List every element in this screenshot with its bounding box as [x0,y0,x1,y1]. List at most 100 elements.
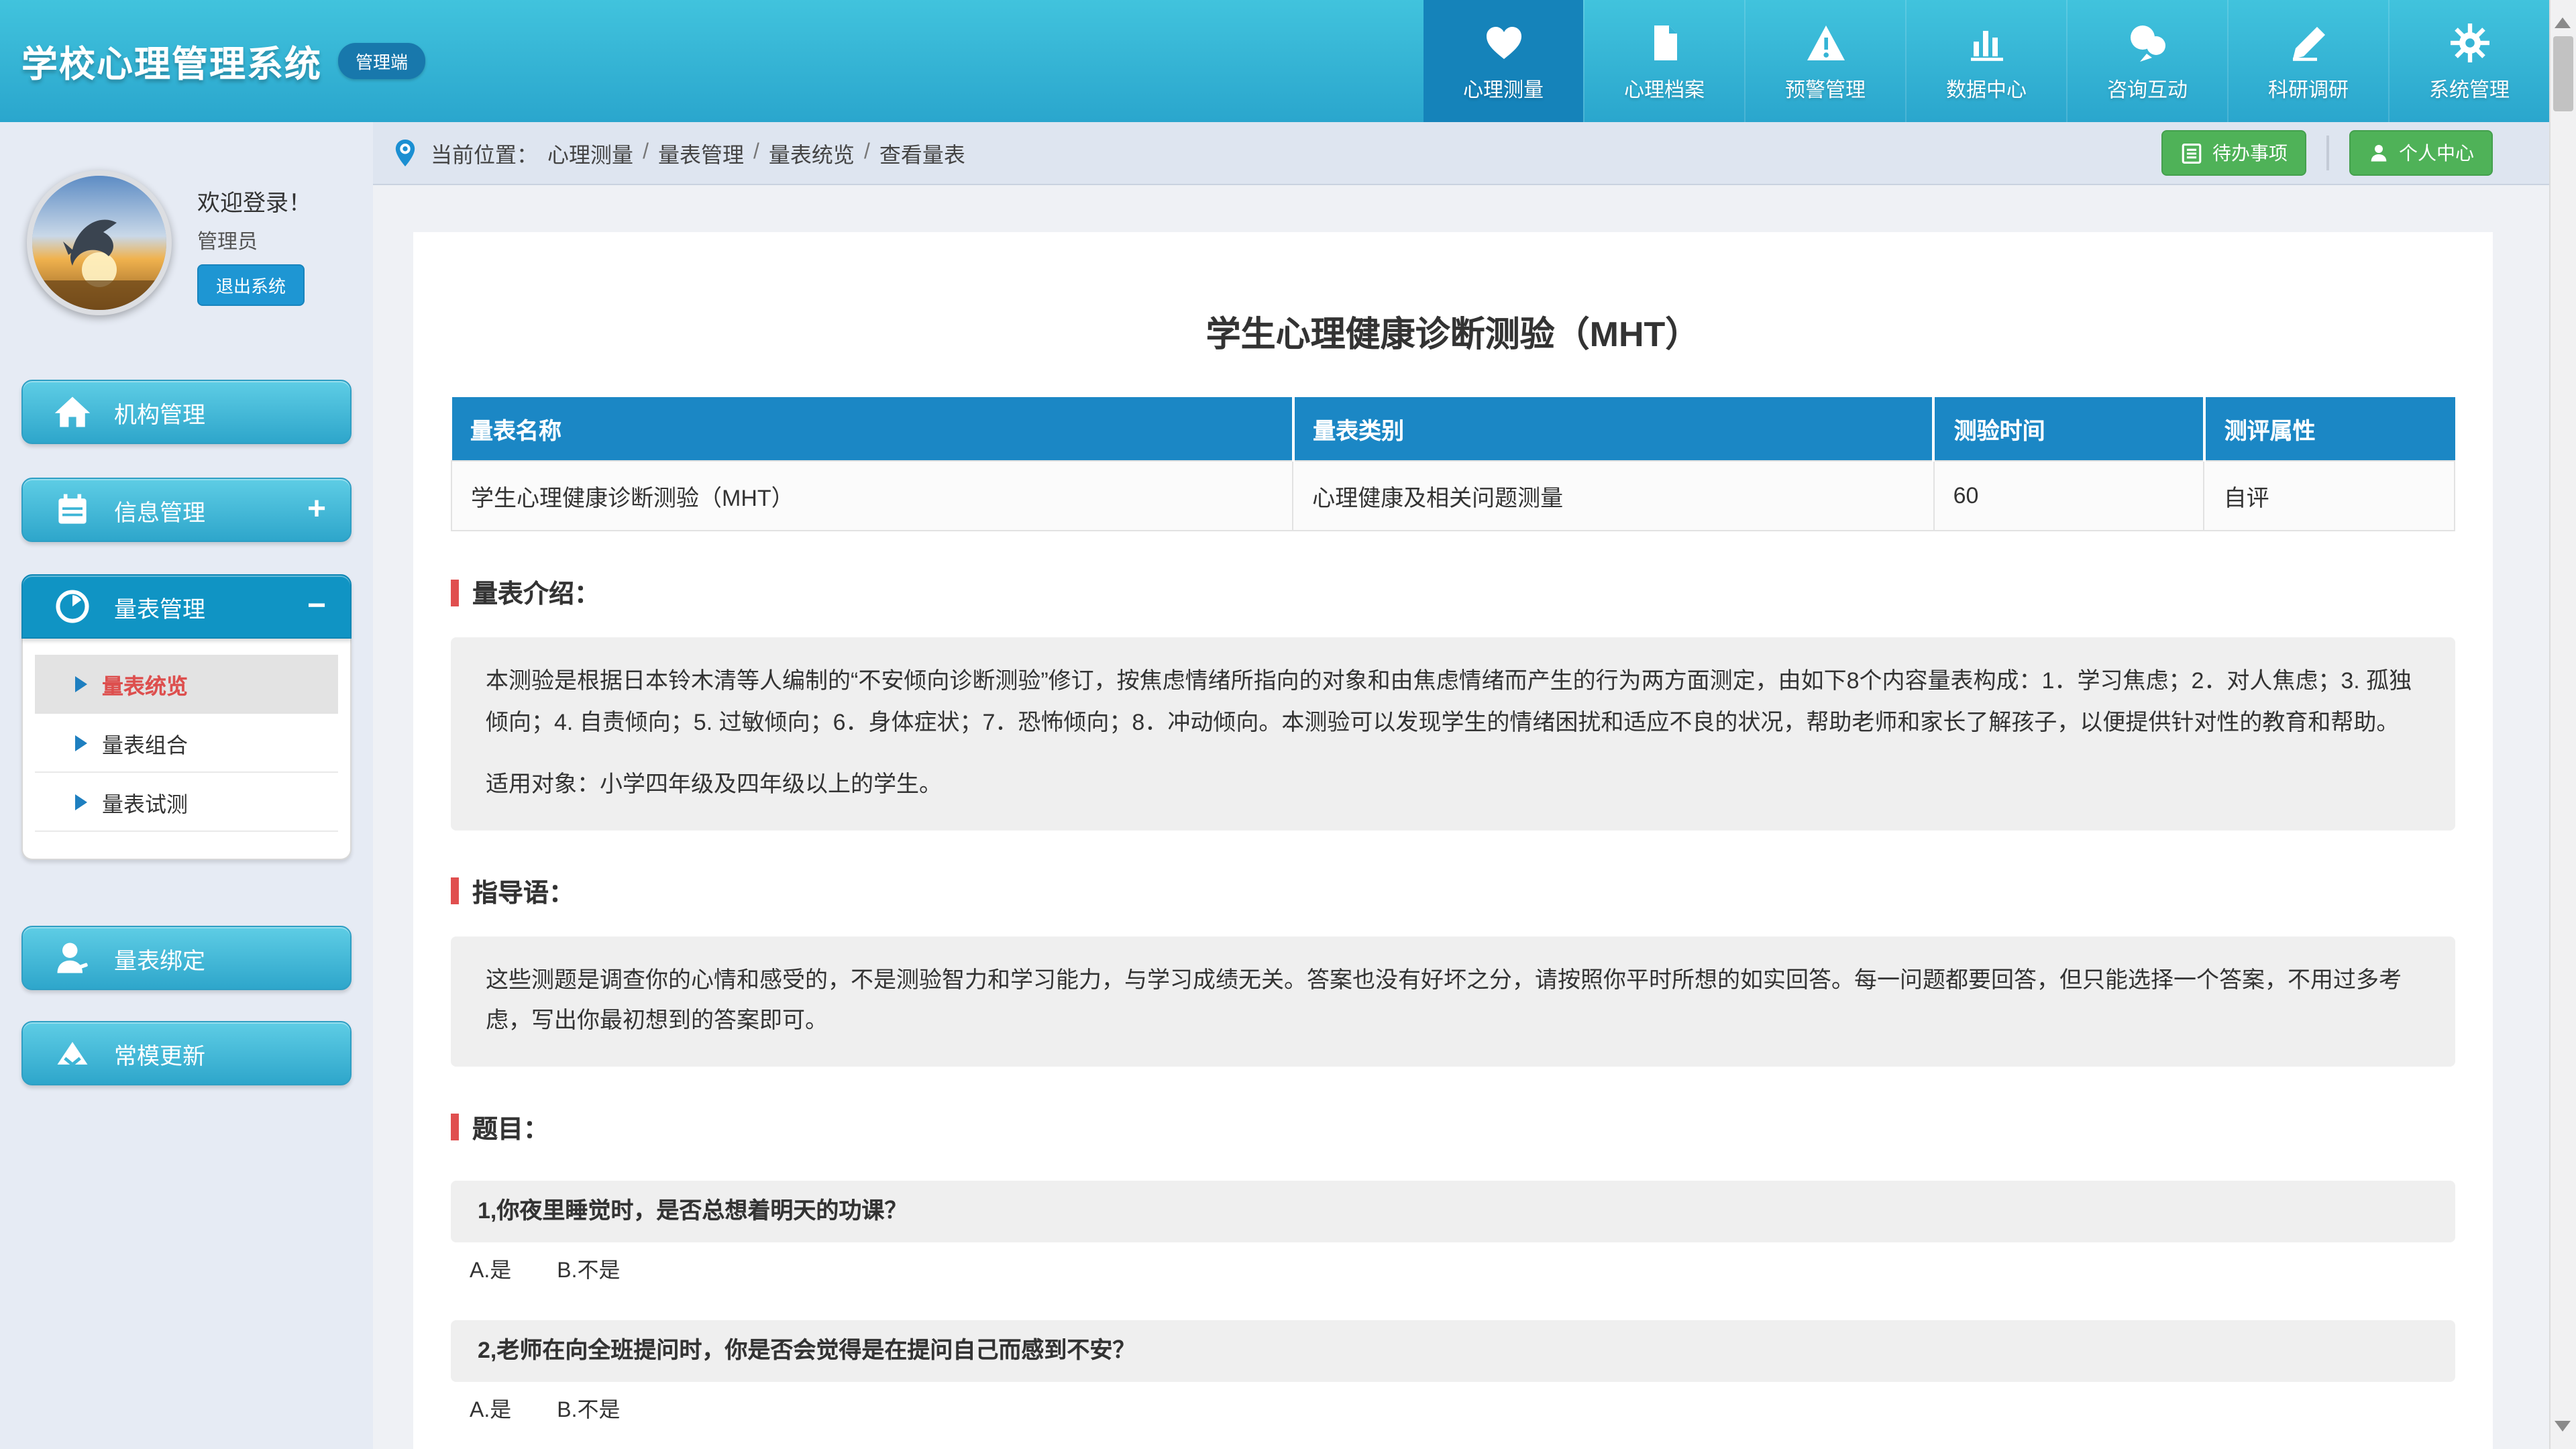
guide-paragraph: 这些测题是调查你的心情和感受的，不是测验智力和学习能力，与学习成绩无关。答案也没… [486,961,2420,1042]
intro-paragraph: 本测验是根据日本铃木清等人编制的“不安倾向诊断测验”修订，按焦虑情绪所指向的对象… [486,661,2420,743]
cell-scale-category: 心理健康及相关问题测量 [1293,461,1934,531]
section-heading-label: 指导语： [472,873,574,910]
breadcrumb-actions: 待办事项 个人中心 [2161,130,2530,176]
welcome-text: 欢迎登录！ [197,184,311,217]
question-text: 2,老师在向全班提问时，你是否会觉得是在提问自己而感到不安？ [451,1320,2455,1382]
col-header-assess-type: 测评属性 [2204,397,2455,461]
nav-item-psych-measure[interactable]: 心理测量 [1424,0,1583,122]
app-title: 学校心理管理系统 [21,35,322,87]
admin-badge: 管理端 [338,43,425,79]
intro-audience: 适用对象：小学四年级及四年级以上的学生。 [486,765,2420,806]
breadcrumb-label: 当前位置： [431,137,538,169]
content-scroll-area: 学生心理健康诊断测验（MHT） 量表名称 量表类别 测验时间 测评属性 学 [373,185,2549,1449]
nav-item-label: 系统管理 [2429,74,2510,103]
section-heading-label: 量表介绍： [472,574,600,610]
scrollbar-thumb[interactable] [2553,36,2573,111]
heart-icon [1482,19,1525,65]
breadcrumb-item-psych-measure[interactable]: 心理测量 [547,137,633,169]
nav-item-warning-manage[interactable]: 预警管理 [1744,0,1905,122]
red-bar-icon [451,878,459,905]
user-icon [52,938,93,978]
sidebar: 欢迎登录！ 管理员 退出系统 机构管理 信息管理 + [0,122,373,1449]
warning-icon [1804,19,1847,65]
clock-icon [52,586,93,627]
breadcrumb-separator: / [643,141,649,165]
col-header-test-time: 测验时间 [1934,397,2204,461]
page-title: 学生心理健康诊断测验（MHT） [451,307,2455,357]
todo-list-icon [2180,142,2203,164]
nav-item-consult-interact[interactable]: 咨询互动 [2066,0,2227,122]
sidebar-item-label: 常模更新 [114,1036,205,1070]
triangle-right-icon [75,794,87,810]
profile-button-label: 个人中心 [2399,140,2474,166]
sidebar-menu: 机构管理 信息管理 + 量表管理 − 量表统览 [0,380,373,1085]
question-item-1: 1,你夜里睡觉时，是否总想着明天的功课？ A.是 B.不是 [451,1181,2455,1285]
option-a[interactable]: A.是 [470,1398,511,1425]
sidebar-item-label: 信息管理 [114,493,205,527]
table-header-row: 量表名称 量表类别 测验时间 测评属性 [451,397,2455,461]
profile-button[interactable]: 个人中心 [2349,130,2493,176]
app-root: 学校心理管理系统 管理端 心理测量 心理档案 预警管理 [0,0,2576,1449]
question-item-2: 2,老师在向全班提问时，你是否会觉得是在提问自己而感到不安？ A.是 B.不是 [451,1320,2455,1425]
submenu-item-label: 量表组合 [102,727,188,759]
option-b[interactable]: B.不是 [557,1258,620,1285]
triangle-right-icon [75,735,87,751]
sidebar-item-scale-manage[interactable]: 量表管理 − [21,574,352,639]
sidebar-item-org-manage[interactable]: 机构管理 [21,380,352,444]
table-row: 学生心理健康诊断测验（MHT） 心理健康及相关问题测量 60 自评 [451,461,2455,531]
nav-item-label: 心理档案 [1624,74,1705,103]
nav-item-system-manage[interactable]: 系统管理 [2388,0,2549,122]
expand-plus-icon[interactable]: + [307,494,326,526]
guide-box: 这些测题是调查你的心情和感受的，不是测验智力和学习能力，与学习成绩无关。答案也没… [451,936,2455,1067]
sidebar-item-info-manage[interactable]: 信息管理 + [21,478,352,542]
cell-assess-type: 自评 [2204,461,2455,531]
breadcrumb-bar: 当前位置： 心理测量 / 量表管理 / 量表统览 / 查看量表 待办事项 [373,122,2549,185]
breadcrumb-item-view-scale[interactable]: 查看量表 [879,137,965,169]
logo: 学校心理管理系统 管理端 [0,35,425,87]
todo-button-label: 待办事项 [2212,140,2288,166]
question-options: A.是 B.不是 [470,1258,2455,1285]
norm-update-icon [52,1033,93,1073]
notebook-icon [52,490,93,530]
triangle-right-icon [75,676,87,692]
logout-button[interactable]: 退出系统 [197,264,305,306]
submenu-item-label: 量表统览 [102,668,188,700]
nav-item-research-survey[interactable]: 科研调研 [2227,0,2388,122]
nav-item-psych-archive[interactable]: 心理档案 [1583,0,1744,122]
scale-detail-card: 学生心理健康诊断测验（MHT） 量表名称 量表类别 测验时间 测评属性 学 [413,232,2493,1449]
sidebar-item-scale-bind[interactable]: 量表绑定 [21,926,352,990]
collapse-minus-icon[interactable]: − [307,590,326,623]
home-icon [52,392,93,432]
sidebar-subitem-scale-trial[interactable]: 量表试测 [35,773,338,832]
option-b[interactable]: B.不是 [557,1398,620,1425]
red-bar-icon [451,1114,459,1141]
username: 管理员 [197,227,258,255]
scroll-down-arrow-icon[interactable] [2555,1421,2571,1440]
pencil-icon [2287,19,2330,65]
nav-item-label: 咨询互动 [2107,74,2188,103]
guide-section-heading: 指导语： [451,873,2455,910]
scroll-up-arrow-icon[interactable] [2555,9,2571,28]
nav-item-data-center[interactable]: 数据中心 [1905,0,2066,122]
sidebar-item-norm-update[interactable]: 常模更新 [21,1021,352,1085]
cell-test-time: 60 [1934,461,2204,531]
avatar[interactable] [27,170,172,315]
questions-section-heading: 题目： [451,1110,2455,1146]
scale-manage-submenu: 量表统览 量表组合 量表试测 [21,639,352,860]
breadcrumb-item-scale-overview[interactable]: 量表统览 [769,137,855,169]
sidebar-subitem-scale-combo[interactable]: 量表组合 [35,714,338,773]
todo-button[interactable]: 待办事项 [2161,130,2306,176]
gear-icon [2448,19,2491,65]
submenu-item-label: 量表试测 [102,786,188,818]
sidebar-item-label: 机构管理 [114,395,205,429]
vertical-divider [2326,136,2329,170]
sidebar-subitem-scale-overview[interactable]: 量表统览 [35,655,338,714]
option-a[interactable]: A.是 [470,1258,511,1285]
nav-item-label: 科研调研 [2268,74,2349,103]
main-nav: 心理测量 心理档案 预警管理 数据中心 [1424,0,2549,122]
sidebar-item-label: 量表管理 [114,590,205,623]
vertical-scrollbar[interactable] [2549,0,2576,1449]
intro-box: 本测验是根据日本铃木清等人编制的“不安倾向诊断测验”修订，按焦虑情绪所指向的对象… [451,637,2455,830]
breadcrumb-item-scale-manage[interactable]: 量表管理 [658,137,744,169]
location-pin-icon [392,136,419,170]
